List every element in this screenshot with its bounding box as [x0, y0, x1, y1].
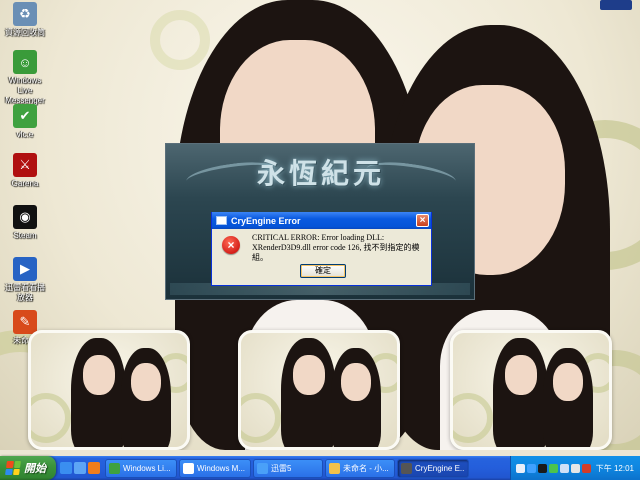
player-icon: ▶ — [13, 257, 37, 281]
task-label: CryEngine E... — [415, 463, 465, 473]
steam-tray-icon[interactable] — [537, 463, 547, 473]
messenger-tray-icon[interactable] — [548, 463, 558, 473]
desktop-icon-label: 迅雷看看播放器 — [5, 283, 45, 302]
start-label: 開始 — [24, 463, 46, 475]
logo-quadrant — [5, 468, 13, 475]
desktop-icon-label: vlc.e — [16, 130, 34, 139]
desktop-icon-player[interactable]: ▶ 迅雷看看播放器 — [2, 257, 48, 303]
ok-button[interactable]: 確定 — [300, 264, 346, 278]
desktop-icon-label: Garena — [11, 179, 39, 188]
error-message: CRITICAL ERROR: Error loading DLL: XRend… — [252, 233, 420, 262]
desktop-icon-label: Windows Live Messenger — [5, 76, 45, 105]
game-logo: 永恆紀元 — [256, 157, 385, 190]
dialog-titlebar[interactable]: CryEngine Error — [212, 212, 431, 229]
taskbar-button-media-player[interactable]: Windows M... — [179, 458, 251, 478]
help-icon[interactable] — [515, 463, 525, 473]
windows-logo-icon — [5, 461, 21, 475]
desktop-icon-vlc[interactable]: ✔ vlc.e — [2, 104, 48, 140]
taskbar: 開始 Windows Li... Windows M... 迅雷5 未命名 - … — [0, 456, 640, 480]
show-desktop-icon[interactable] — [74, 462, 86, 474]
start-button[interactable]: 開始 — [0, 456, 56, 480]
task-label: Windows M... — [197, 463, 246, 473]
security-icon[interactable] — [581, 463, 591, 473]
error-icon: × — [222, 236, 240, 254]
network-icon[interactable] — [559, 463, 569, 473]
clock[interactable]: 下午 12:01 — [596, 463, 634, 474]
error-dialog[interactable]: CryEngine Error × × CRITICAL ERROR: Erro… — [211, 212, 432, 286]
taskbar-button-cryengine[interactable]: CryEngine E... — [397, 458, 469, 478]
media-player-icon[interactable] — [88, 462, 100, 474]
task-label: Windows Li... — [123, 463, 171, 473]
wallpaper-thumbnail — [450, 330, 612, 450]
messenger-icon — [109, 462, 120, 474]
taskbar-button-messenger[interactable]: Windows Li... — [105, 458, 177, 478]
desktop-icon-steam[interactable]: ◉ Steam — [2, 205, 48, 241]
window-icon — [216, 216, 227, 225]
steam-icon: ◉ — [13, 205, 37, 229]
quick-launch — [56, 462, 104, 474]
close-icon: × — [419, 215, 426, 226]
taskbar-button-thunder[interactable]: 迅雷5 — [253, 458, 323, 478]
recycle-bin-icon: ♻ — [13, 2, 37, 26]
paint-icon: ✎ — [13, 310, 37, 334]
desktop-icon-label: 資源回收筒 — [5, 28, 45, 37]
messenger-icon: ☺ — [13, 50, 37, 74]
error-icon-glyph: × — [227, 238, 235, 252]
desktop: ♻ 資源回收筒 ☺ Windows Live Messenger ✔ vlc.e… — [0, 0, 640, 450]
logo-quadrant — [13, 461, 21, 468]
taskbar-button-paint[interactable]: 未命名 - 小... — [325, 458, 395, 478]
task-label: 未命名 - 小... — [343, 463, 389, 473]
media-player-icon — [183, 462, 194, 474]
dialog-title: CryEngine Error — [231, 215, 301, 226]
desktop-icon-garena[interactable]: ⚔ Garena — [2, 153, 48, 189]
desktop-icon-recycle-bin[interactable]: ♻ 資源回收筒 — [2, 2, 48, 38]
logo-quadrant — [12, 468, 20, 475]
close-button[interactable]: × — [416, 214, 429, 227]
ie-icon[interactable] — [60, 462, 72, 474]
paint-icon — [329, 462, 340, 474]
wallpaper-thumbnail — [238, 330, 400, 450]
system-tray: 下午 12:01 — [509, 456, 640, 480]
desktop-icon-label: Steam — [13, 231, 37, 240]
thunder-tray-icon[interactable] — [526, 463, 536, 473]
wallpaper-thumbnail — [28, 330, 190, 450]
desktop-icon-messenger[interactable]: ☺ Windows Live Messenger — [2, 50, 48, 106]
cryengine-icon — [401, 462, 412, 474]
thunder-icon — [257, 462, 268, 474]
garena-icon: ⚔ — [13, 153, 37, 177]
desktop-corner-icon[interactable] — [600, 0, 632, 10]
task-label: 迅雷5 — [271, 463, 292, 473]
checkmark-icon: ✔ — [13, 104, 37, 128]
wallpaper-circle — [150, 10, 210, 70]
volume-icon[interactable] — [570, 463, 580, 473]
logo-quadrant — [6, 461, 14, 468]
